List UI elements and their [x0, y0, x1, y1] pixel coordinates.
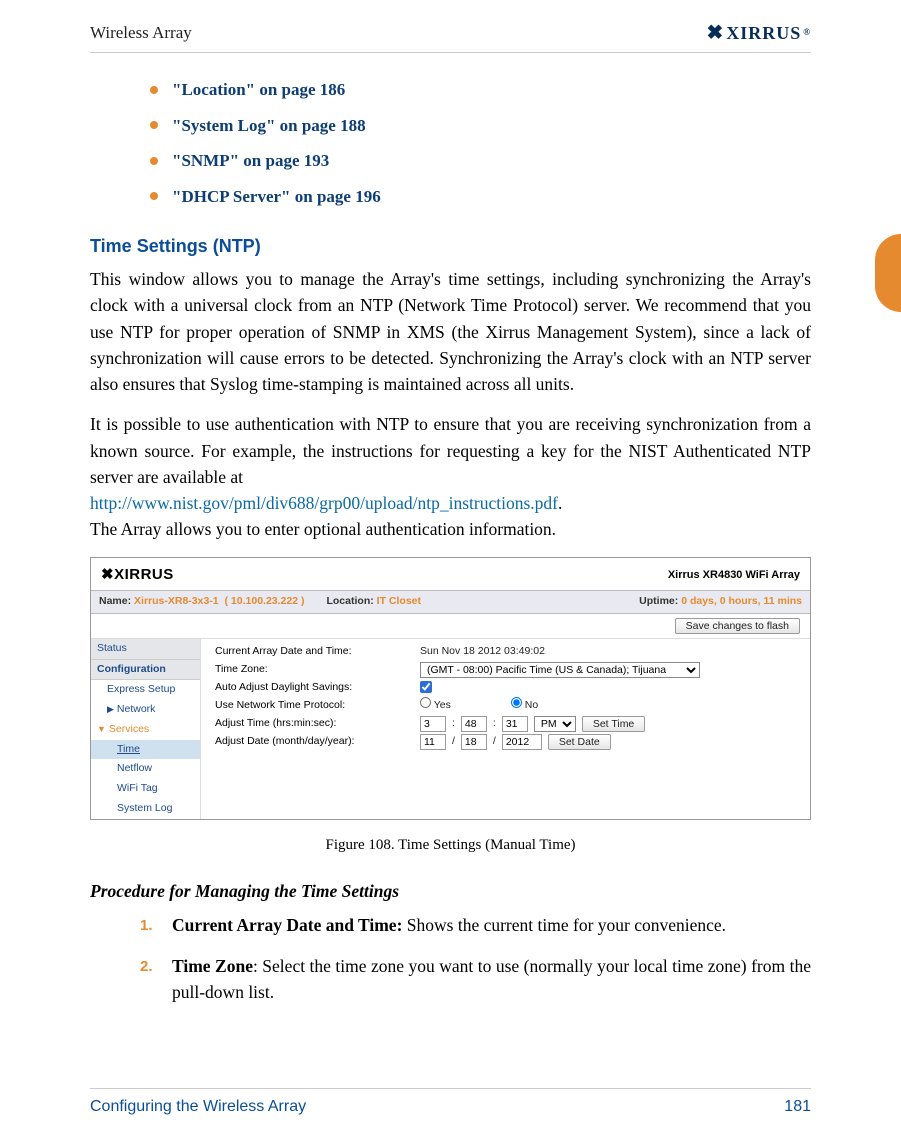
text-run: The Array allows you to enter optional a…: [90, 519, 556, 539]
sidebar-item-express-setup[interactable]: Express Setup: [91, 680, 200, 700]
info-uptime-value: 0 days, 0 hours, 11 mins: [681, 595, 802, 607]
timezone-select[interactable]: (GMT - 08:00) Pacific Time (US & Canada)…: [420, 662, 700, 678]
row-label: Adjust Date (month/day/year):: [215, 734, 420, 750]
info-uptime-label: Uptime:: [639, 595, 678, 607]
radio-label: Yes: [434, 699, 451, 711]
sidebar-item-system-log[interactable]: System Log: [91, 799, 200, 819]
external-link[interactable]: http://www.nist.gov/pml/div688/grp00/upl…: [90, 493, 558, 513]
sidebar-item-network[interactable]: ▶Network: [91, 700, 200, 720]
info-location-value: IT Closet: [377, 595, 421, 607]
figure-logo: ✖XIRRUS: [101, 564, 174, 587]
month-input[interactable]: [420, 734, 446, 750]
header-title: Wireless Array: [90, 20, 192, 46]
xref-item[interactable]: "System Log" on page 188: [150, 113, 811, 139]
xref-text: "System Log" on page 188: [172, 113, 366, 139]
figure-main-panel: Current Array Date and Time: Sun Nov 18 …: [201, 639, 810, 819]
page-footer: Configuring the Wireless Array 181: [90, 1088, 811, 1119]
year-input[interactable]: [502, 734, 542, 750]
text-run: It is possible to use authentication wit…: [90, 414, 811, 487]
figure-logo-text: XIRRUS: [114, 566, 174, 583]
row-label: Adjust Time (hrs:min:sec):: [215, 716, 420, 732]
figure-info-bar: Name: Xirrus-XR8-3x3-1 ( 10.100.23.222 )…: [91, 590, 810, 614]
figure-sidebar: Status Configuration Express Setup ▶Netw…: [91, 639, 201, 819]
row-label: Auto Adjust Daylight Savings:: [215, 680, 420, 696]
figure-screenshot: ✖XIRRUS Xirrus XR4830 WiFi Array Name: X…: [90, 557, 811, 820]
info-ip: ( 10.100.23.222 ): [225, 595, 305, 607]
bullet-icon: [150, 157, 158, 165]
figure-caption: Figure 108. Time Settings (Manual Time): [90, 834, 811, 857]
day-input[interactable]: [461, 734, 487, 750]
radio-label: No: [525, 699, 538, 711]
step-term: Time Zone: [172, 956, 253, 976]
sidebar-item-configuration[interactable]: Configuration: [91, 660, 200, 681]
logo-icon: ✖: [706, 18, 724, 48]
paragraph: It is possible to use authentication wit…: [90, 411, 811, 542]
footer-section-title: Configuring the Wireless Array: [90, 1095, 306, 1119]
page-header: Wireless Array ✖ XIRRUS ®: [90, 18, 811, 53]
footer-page-number: 181: [784, 1095, 811, 1119]
ntp-no-option[interactable]: No: [511, 697, 538, 714]
step-number: 2.: [140, 953, 156, 1006]
paragraph: This window allows you to manage the Arr…: [90, 266, 811, 397]
section-heading: Time Settings (NTP): [90, 233, 811, 260]
sidebar-item-wifi-tag[interactable]: WiFi Tag: [91, 779, 200, 799]
bullet-icon: [150, 86, 158, 94]
info-location-label: Location:: [326, 595, 373, 607]
text-run: .: [558, 493, 562, 513]
step-term: Current Array Date and Time:: [172, 915, 402, 935]
row-label: Use Network Time Protocol:: [215, 698, 420, 714]
trademark-icon: ®: [803, 26, 811, 40]
procedure-list: 1. Current Array Date and Time: Shows th…: [90, 912, 811, 1005]
ntp-yes-option[interactable]: Yes: [420, 697, 451, 714]
xref-text: "DHCP Server" on page 196: [172, 184, 381, 210]
bullet-icon: [150, 121, 158, 129]
current-datetime-value: Sun Nov 18 2012 03:49:02: [420, 644, 800, 660]
brand-logo: ✖ XIRRUS ®: [706, 18, 811, 48]
minutes-input[interactable]: [461, 716, 487, 732]
set-date-button[interactable]: Set Date: [548, 734, 611, 750]
row-label: Time Zone:: [215, 662, 420, 678]
seconds-input[interactable]: [502, 716, 528, 732]
sidebar-item-time[interactable]: Time: [91, 740, 200, 760]
sidebar-item-netflow[interactable]: Netflow: [91, 759, 200, 779]
chevron-down-icon: ▼: [97, 724, 106, 734]
hours-input[interactable]: [420, 716, 446, 732]
sidebar-item-status[interactable]: Status: [91, 639, 200, 660]
sidebar-label: Network: [117, 703, 156, 715]
procedure-step: 1. Current Array Date and Time: Shows th…: [140, 912, 811, 938]
sidebar-item-services[interactable]: ▼Services: [91, 720, 200, 740]
bullet-icon: [150, 192, 158, 200]
ntp-no-radio[interactable]: [511, 697, 522, 708]
daylight-savings-checkbox[interactable]: [420, 681, 432, 693]
xref-item[interactable]: "SNMP" on page 193: [150, 148, 811, 174]
step-text: : Select the time zone you want to use (…: [172, 956, 811, 1002]
info-name-label: Name:: [99, 595, 131, 607]
ampm-select[interactable]: PM: [534, 716, 576, 732]
save-changes-button[interactable]: Save changes to flash: [675, 618, 800, 634]
figure-device-title: Xirrus XR4830 WiFi Array: [668, 567, 800, 584]
step-text: Shows the current time for your convenie…: [402, 915, 726, 935]
procedure-step: 2. Time Zone: Select the time zone you w…: [140, 953, 811, 1006]
logo-icon: ✖: [101, 566, 114, 583]
chevron-right-icon: ▶: [107, 704, 114, 714]
xref-text: "SNMP" on page 193: [172, 148, 329, 174]
procedure-heading: Procedure for Managing the Time Settings: [90, 878, 811, 904]
info-name-value: Xirrus-XR8-3x3-1: [134, 595, 219, 607]
cross-reference-list: "Location" on page 186 "System Log" on p…: [90, 77, 811, 209]
logo-text: XIRRUS: [726, 20, 801, 47]
xref-item[interactable]: "DHCP Server" on page 196: [150, 184, 811, 210]
set-time-button[interactable]: Set Time: [582, 716, 645, 732]
step-number: 1.: [140, 912, 156, 938]
sidebar-label: Services: [109, 723, 149, 735]
xref-item[interactable]: "Location" on page 186: [150, 77, 811, 103]
xref-text: "Location" on page 186: [172, 77, 345, 103]
ntp-yes-radio[interactable]: [420, 697, 431, 708]
row-label: Current Array Date and Time:: [215, 644, 420, 660]
